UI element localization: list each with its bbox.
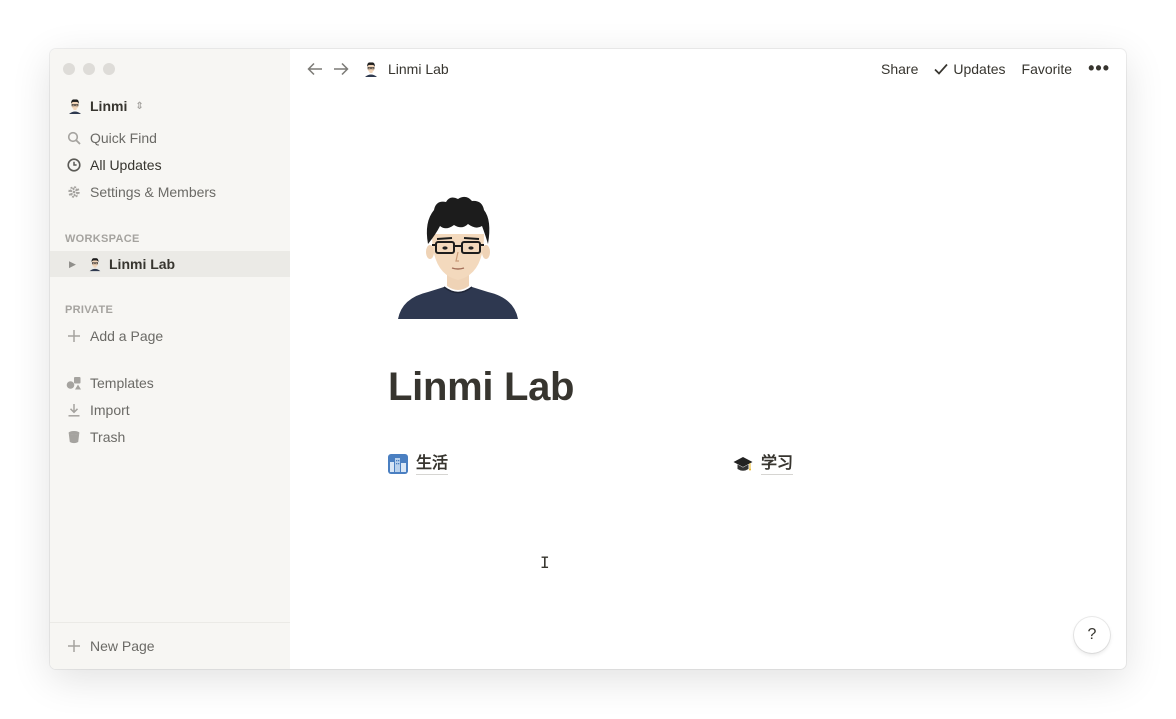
breadcrumb[interactable]: Linmi Lab xyxy=(388,61,449,77)
trash-label: Trash xyxy=(90,429,126,445)
help-button[interactable]: ? xyxy=(1074,617,1110,653)
avatar-icon xyxy=(365,62,377,77)
private-section-label: PRIVATE xyxy=(65,304,114,316)
quick-find-button[interactable]: Quick Find xyxy=(66,127,157,149)
caret-right-icon[interactable]: ▶ xyxy=(69,259,81,270)
search-icon xyxy=(66,130,82,146)
trash-icon xyxy=(66,429,82,445)
avatar-icon xyxy=(89,258,101,272)
subpage-label: 生活 xyxy=(416,454,449,475)
new-page-button[interactable]: New Page xyxy=(66,635,155,657)
page-avatar-icon[interactable] xyxy=(398,194,518,319)
sidebar-page-label: Linmi Lab xyxy=(109,256,176,272)
workspace-name: Linmi xyxy=(90,98,128,114)
zoom-window-button[interactable] xyxy=(103,63,115,75)
close-window-button[interactable] xyxy=(63,63,75,75)
trash-button[interactable]: Trash xyxy=(66,426,125,448)
workspace-switcher[interactable]: Linmi ⇕ xyxy=(66,96,144,116)
checkmark-icon xyxy=(934,63,948,75)
templates-button[interactable]: Templates xyxy=(66,372,154,394)
add-page-button[interactable]: Add a Page xyxy=(66,325,163,347)
subpage-label: 学习 xyxy=(761,454,794,475)
settings-members-button[interactable]: Settings & Members xyxy=(66,181,216,203)
topbar-navigation: Linmi Lab xyxy=(306,58,449,80)
window-controls xyxy=(63,63,115,75)
share-button[interactable]: Share xyxy=(881,61,918,77)
minimize-window-button[interactable] xyxy=(83,63,95,75)
all-updates-button[interactable]: All Updates xyxy=(66,154,162,176)
download-icon xyxy=(66,402,82,418)
more-options-icon[interactable]: ••• xyxy=(1088,58,1110,79)
subpage-link-life[interactable]: 生活 xyxy=(388,452,449,476)
favorite-button[interactable]: Favorite xyxy=(1022,61,1073,77)
graduation-cap-icon xyxy=(733,457,753,471)
back-arrow-icon[interactable] xyxy=(306,58,324,80)
sidebar: Linmi ⇕ Quick Find All Updates Settings … xyxy=(50,49,290,669)
updates-label: Updates xyxy=(953,60,1006,77)
city-icon xyxy=(388,454,408,474)
chevron-updown-icon: ⇕ xyxy=(135,100,144,112)
app-window: Linmi ⇕ Quick Find All Updates Settings … xyxy=(50,49,1126,669)
clock-icon xyxy=(66,157,82,173)
plus-icon xyxy=(66,638,82,654)
topbar: Linmi Lab Share Updates Favorite ••• xyxy=(290,49,1126,89)
sidebar-page-linmi-lab[interactable]: ▶ Linmi Lab xyxy=(50,251,290,277)
new-page-label: New Page xyxy=(90,638,155,654)
sidebar-footer: New Page xyxy=(50,622,290,669)
updates-button[interactable]: Updates xyxy=(934,60,1006,77)
page-content: Linmi Lab 生活 学习 I ? xyxy=(290,89,1126,669)
workspace-section-label: WORKSPACE xyxy=(65,233,140,245)
plus-icon xyxy=(66,328,82,344)
forward-arrow-icon[interactable] xyxy=(332,58,350,80)
import-button[interactable]: Import xyxy=(66,399,130,421)
gear-icon xyxy=(66,184,82,200)
import-label: Import xyxy=(90,402,130,418)
subpage-link-study[interactable]: 学习 xyxy=(733,452,794,476)
templates-label: Templates xyxy=(90,375,154,391)
add-page-label: Add a Page xyxy=(90,328,164,344)
avatar-icon xyxy=(69,99,81,114)
topbar-actions: Share Updates Favorite ••• xyxy=(881,58,1110,79)
text-cursor-icon: I xyxy=(540,553,550,572)
quick-find-label: Quick Find xyxy=(90,130,157,146)
settings-members-label: Settings & Members xyxy=(90,184,217,200)
page-title[interactable]: Linmi Lab xyxy=(388,365,574,410)
all-updates-label: All Updates xyxy=(90,157,162,173)
shapes-icon xyxy=(66,375,82,391)
